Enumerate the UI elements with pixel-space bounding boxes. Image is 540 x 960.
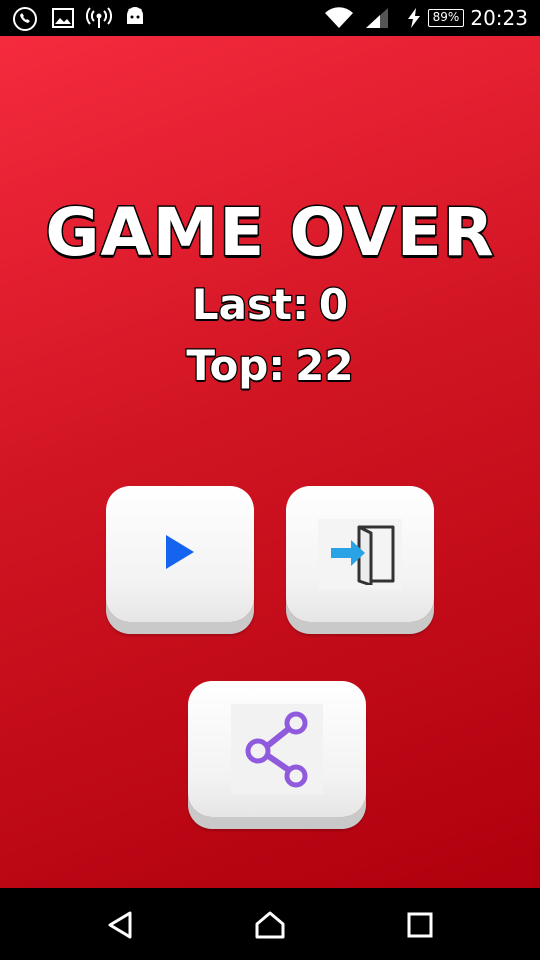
android-icon xyxy=(124,6,146,32)
back-icon[interactable] xyxy=(103,908,137,942)
status-bar: 89% 20:23 xyxy=(0,0,540,36)
clock: 20:23 xyxy=(470,6,528,30)
exit-button[interactable] xyxy=(286,486,434,622)
recents-icon[interactable] xyxy=(403,908,437,942)
top-score-label: Top: xyxy=(185,340,286,392)
image-icon xyxy=(52,8,74,32)
top-score-value: 22 xyxy=(294,340,355,392)
play-icon xyxy=(165,534,195,574)
whatsapp-icon xyxy=(12,6,38,36)
exit-icon xyxy=(318,519,402,589)
share-icon xyxy=(231,704,323,794)
wifi-icon xyxy=(324,6,354,34)
navigation-bar xyxy=(0,888,540,960)
last-score-label: Last: xyxy=(191,279,310,331)
hotspot-icon xyxy=(86,6,112,34)
charging-icon xyxy=(406,8,422,32)
home-icon[interactable] xyxy=(253,908,287,942)
share-button[interactable] xyxy=(188,681,366,817)
game-over-screen: GAME OVER Last: 0 Top: 22 xyxy=(0,36,540,888)
last-score-value: 0 xyxy=(318,279,350,331)
top-score: Top: 22 xyxy=(0,340,540,392)
signal-icon xyxy=(364,6,390,34)
play-button[interactable] xyxy=(106,486,254,622)
last-score: Last: 0 xyxy=(0,279,540,331)
battery-icon: 89% xyxy=(428,9,464,27)
game-over-title: GAME OVER xyxy=(44,193,495,273)
